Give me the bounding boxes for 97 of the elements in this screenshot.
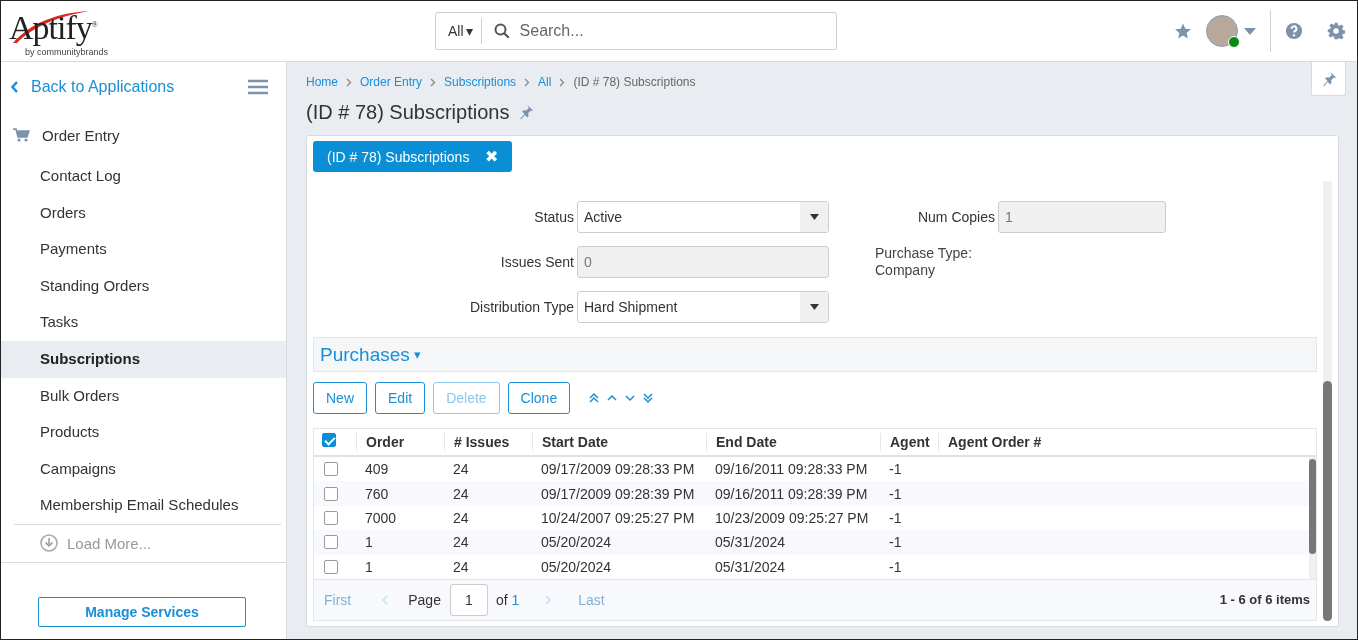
menu-icon[interactable] — [248, 79, 268, 95]
row-checkbox[interactable] — [324, 462, 338, 477]
table-cell-text: 05/31/2024 — [714, 534, 787, 551]
chevron-down-icon[interactable] — [624, 392, 637, 404]
help-icon[interactable] — [1285, 22, 1303, 40]
chevron-right-icon — [430, 77, 437, 87]
field-label: Purchase Type: — [875, 245, 973, 261]
table-cell-text: -1 — [888, 534, 903, 551]
nav-item[interactable]: Campaigns — [1, 450, 286, 488]
table-cell-text: 409 — [364, 461, 390, 478]
table-cell-text: 09/17/2009 09:28:39 PM — [540, 485, 696, 502]
table-cell-text: 24 — [452, 534, 470, 551]
nav-item[interactable]: Contact Log — [1, 158, 286, 195]
row-checkbox[interactable] — [324, 559, 338, 574]
table-cell-text: 24 — [452, 461, 470, 478]
close-icon[interactable]: ✖ — [485, 147, 499, 166]
nav-item[interactable]: Bulk Orders — [1, 377, 286, 415]
caret-icon — [809, 214, 819, 220]
nav-item[interactable]: Membership Email Schedules — [1, 487, 286, 524]
table-cell-text: 10/24/2007 09:25:27 PM — [540, 509, 696, 526]
nav-item[interactable]: Payments — [1, 231, 286, 268]
column-header[interactable]: Agent — [880, 433, 938, 451]
pin-icon — [518, 104, 535, 120]
chevron-right-icon — [346, 77, 352, 87]
star-icon[interactable] — [1174, 22, 1192, 40]
toolbar-button[interactable]: New — [313, 382, 367, 414]
nav-item[interactable]: Orders — [1, 194, 286, 232]
table-cell-text: 09/16/2011 09:28:33 PM — [714, 461, 869, 478]
table-cell-text: 24 — [452, 558, 470, 575]
table-cell-text: 24 — [452, 485, 470, 502]
settings-icon[interactable] — [1327, 22, 1345, 40]
back-link[interactable]: Back to Applications — [11, 78, 175, 96]
total-pages: 1 — [511, 591, 520, 608]
select-all-checkbox[interactable] — [322, 433, 336, 447]
column-header[interactable]: Agent Order # — [938, 433, 1316, 451]
column-header[interactable]: # Issues — [444, 433, 532, 451]
pin-button[interactable] — [1311, 62, 1346, 96]
select-field[interactable]: Hard Shipment — [577, 291, 829, 323]
download-circle-icon — [40, 534, 58, 553]
table-cell-text: -1 — [888, 485, 903, 502]
cart-icon — [13, 128, 30, 142]
field-label: Issues Sent — [499, 254, 575, 270]
page-input[interactable]: 1 — [449, 583, 488, 616]
user-avatar[interactable] — [1206, 15, 1238, 47]
column-header[interactable]: Order — [356, 433, 444, 451]
table-cell-text: 10/23/2009 09:25:27 PM — [714, 509, 870, 526]
field-value: Company — [875, 262, 935, 278]
table-cell-text: 05/20/2024 — [540, 558, 613, 575]
table-cell-text: 7000 — [364, 509, 398, 526]
table-cell-text: -1 — [888, 461, 903, 478]
select-field[interactable]: Active — [577, 201, 829, 233]
row-checkbox[interactable] — [324, 486, 338, 501]
move-top-icon[interactable] — [588, 392, 601, 404]
search-scope-dropdown[interactable]: All▾ — [436, 18, 482, 44]
breadcrumb-current: (ID # 78) Subscriptions — [573, 75, 696, 89]
nav-item[interactable]: Standing Orders — [1, 267, 286, 305]
chevron-right-icon — [524, 77, 531, 87]
manage-services-button[interactable]: Manage Services — [38, 596, 246, 627]
nav-item[interactable]: Products — [1, 414, 286, 451]
table-cell-text: 1 — [364, 558, 374, 575]
row-checkbox[interactable] — [324, 510, 338, 525]
scrollbar[interactable] — [1309, 457, 1316, 579]
page-label: Page — [408, 591, 441, 608]
toolbar-button[interactable]: Edit — [375, 382, 426, 414]
column-header[interactable]: Start Date — [532, 433, 706, 451]
pin-icon — [1320, 70, 1337, 87]
table-cell-text: -1 — [888, 558, 903, 575]
table-cell-text: 09/16/2011 09:28:39 PM — [714, 485, 869, 502]
app-nav-item[interactable]: Order Entry — [1, 112, 286, 158]
logo-tagline: by communitybrands — [25, 47, 109, 57]
table-cell-text: 760 — [364, 485, 390, 502]
search-icon — [493, 23, 510, 39]
items-summary: 1 - 6 of 6 items — [1219, 592, 1310, 608]
move-bottom-icon[interactable] — [642, 392, 655, 404]
nav-item[interactable]: Subscriptions — [1, 340, 286, 378]
nav-item[interactable]: Tasks — [1, 304, 286, 341]
caret-icon — [809, 304, 819, 310]
table-cell-text: 09/17/2009 09:28:33 PM — [540, 461, 696, 478]
caret-icon[interactable] — [1244, 27, 1256, 35]
field-label: Status — [533, 209, 575, 225]
chevron-left-icon — [11, 81, 19, 93]
table-cell-text: 05/20/2024 — [540, 534, 613, 551]
row-checkbox[interactable] — [324, 535, 338, 550]
chevron-right-icon — [559, 77, 566, 87]
scrollbar[interactable] — [1323, 181, 1332, 621]
column-header[interactable]: End Date — [706, 433, 880, 451]
record-tab[interactable]: (ID # 78) Subscriptions ✖ — [313, 141, 513, 172]
page-title: (ID # 78) Subscriptions — [306, 100, 510, 124]
field-label: Num Copies — [916, 209, 996, 225]
table-cell-text: 24 — [452, 509, 470, 526]
table-cell-text: 1 — [364, 534, 374, 551]
table-cell-text: 05/31/2024 — [714, 558, 787, 575]
table-cell-text: -1 — [888, 509, 903, 526]
search-field[interactable]: All▾ Search... — [435, 12, 837, 50]
toolbar-button[interactable]: Clone — [507, 382, 571, 414]
page-of-label: of — [495, 591, 508, 608]
field-label: Distribution Type — [469, 299, 575, 315]
